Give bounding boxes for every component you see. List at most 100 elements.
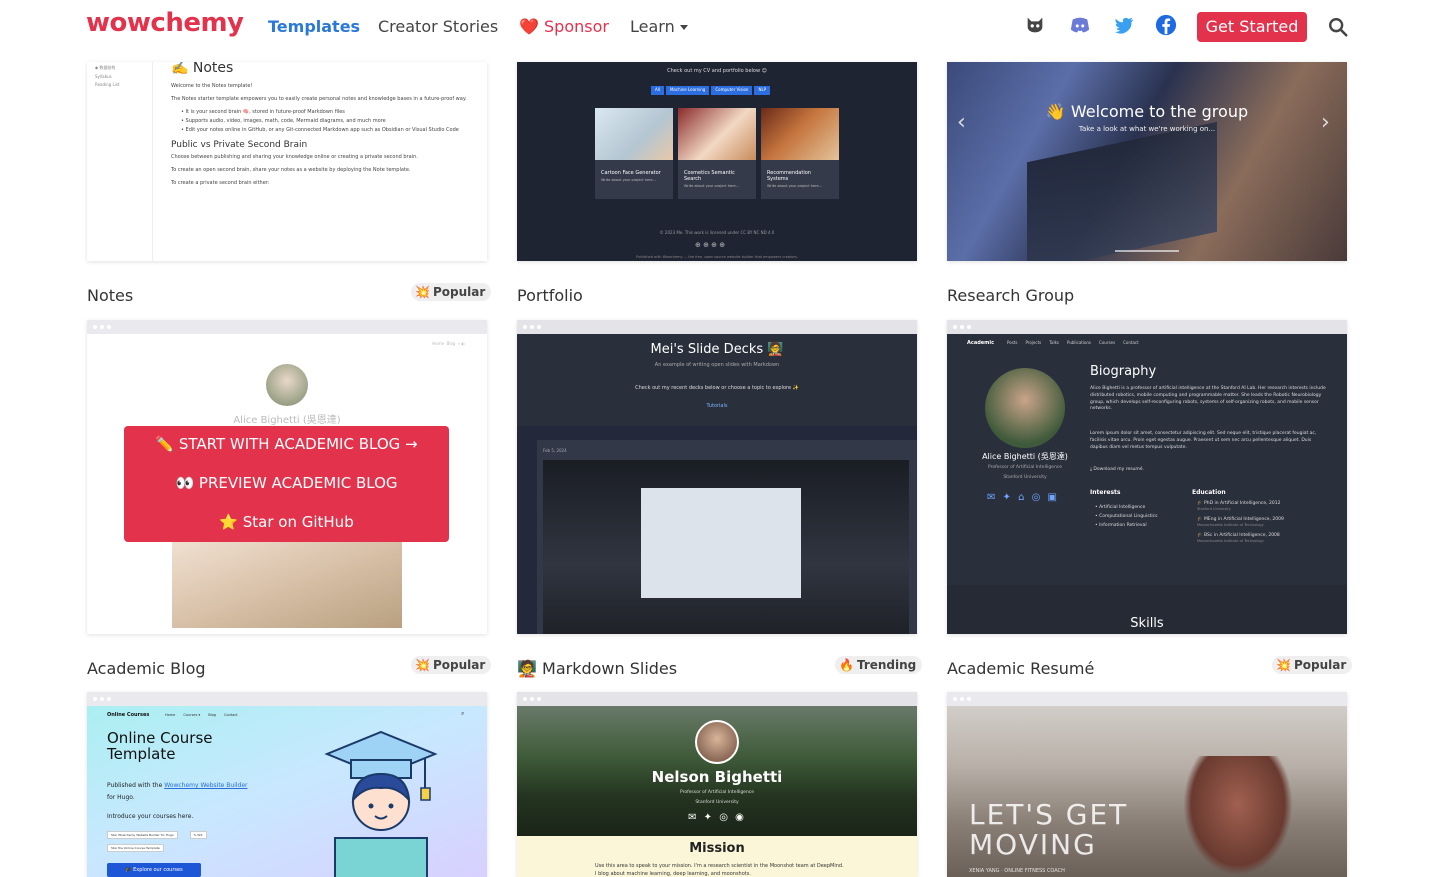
nav-learn-dropdown[interactable]: Learn bbox=[630, 17, 688, 36]
explore-courses-button[interactable]: 🎓 Explore our courses bbox=[107, 863, 201, 877]
facebook-icon[interactable] bbox=[1155, 14, 1177, 36]
bullet-text: It is your second brain 🧠, stored in fut… bbox=[185, 109, 345, 115]
get-started-button[interactable]: Get Started bbox=[1197, 12, 1307, 42]
nav-sponsor[interactable]: ❤️ Sponsor bbox=[519, 17, 609, 36]
fitness-preview-card[interactable]: LET'S GET MOVING XENIA YANG · ONLINE FIT… bbox=[947, 692, 1347, 877]
card-title-notes[interactable]: Notes bbox=[87, 286, 133, 305]
nav-creator-stories[interactable]: Creator Stories bbox=[378, 17, 498, 36]
search-icon[interactable]: ⌕ bbox=[461, 710, 464, 718]
twitter-icon[interactable] bbox=[1113, 14, 1135, 36]
notes-preview: ◆ 数据结构 Syllabus Reading List ✍️ Notes We… bbox=[87, 62, 487, 261]
markdown-slides-preview-card[interactable]: Mei's Slide Decks 🧑‍🏫 An example of writ… bbox=[517, 320, 917, 634]
resume-brand[interactable]: Academic bbox=[967, 340, 994, 346]
card-title-markdown-slides[interactable]: 🧑‍🏫 Markdown Slides bbox=[517, 659, 677, 678]
laptop-image bbox=[1027, 121, 1217, 261]
notes-private: To create a private second brain either: bbox=[171, 180, 270, 186]
search-icon[interactable] bbox=[1327, 16, 1349, 38]
tag-all[interactable]: All bbox=[651, 86, 664, 95]
resume-org: Stanford University bbox=[1003, 475, 1047, 480]
project-card[interactable]: Cartoon Face Generator Write about your … bbox=[595, 108, 673, 199]
slides-tutorials-link[interactable]: Tutorials bbox=[517, 403, 917, 409]
slide-deck-image bbox=[543, 460, 909, 634]
fire-icon: 🔥 bbox=[839, 658, 854, 672]
notes-public: To create an open second brain, share yo… bbox=[171, 167, 411, 173]
menu-item[interactable]: Home bbox=[432, 341, 444, 346]
star-count: 5,322 bbox=[190, 831, 207, 839]
slides-subheading: An example of writing open slides with M… bbox=[654, 362, 780, 368]
menu-item[interactable]: Blog bbox=[208, 713, 216, 717]
carousel-prev-icon[interactable]: ‹ bbox=[957, 110, 966, 135]
github-icon[interactable] bbox=[1024, 14, 1046, 36]
browser-bar bbox=[87, 320, 487, 334]
published-link[interactable]: Wowchemy Website Builder bbox=[164, 782, 247, 789]
slide-deck-card[interactable]: Feb 5, 2024 bbox=[537, 440, 917, 634]
tag-ml[interactable]: Machine Learning bbox=[665, 86, 710, 95]
card-title-portfolio[interactable]: Portfolio bbox=[517, 286, 583, 305]
slides-heading: Mei's Slide Decks 🧑‍🏫 bbox=[650, 342, 784, 357]
badge-label: Trending bbox=[856, 658, 917, 672]
degree: PhD in Artificial Intelligence, 2012 bbox=[1204, 501, 1281, 506]
brand-logo[interactable]: wowchemy bbox=[86, 8, 244, 38]
tag-nlp[interactable]: NLP bbox=[754, 86, 771, 95]
carousel-next-icon[interactable]: › bbox=[1321, 110, 1330, 135]
school: Massachusetts Institute of Technology bbox=[1197, 538, 1264, 543]
project-card[interactable]: Cosmetics Semantic Search Write about yo… bbox=[678, 108, 756, 199]
notes-sidebar: ◆ 数据结构 Syllabus Reading List bbox=[87, 62, 153, 261]
resume-role: Professor of Artificial Intelligence bbox=[987, 465, 1063, 470]
research-group-preview-card[interactable]: 👋 Welcome to the group Take a look at wh… bbox=[947, 62, 1347, 261]
academic-resume-preview-card[interactable]: Academic Posts Projects Talks Publicatio… bbox=[947, 320, 1347, 634]
popular-badge: 💥 Popular bbox=[411, 656, 492, 674]
project-desc: Write about your project here... bbox=[684, 184, 740, 188]
star-label: Star Wowchemy Website Builder for Hugo bbox=[111, 833, 174, 837]
download-resume-link[interactable]: ⤓ Download my resumé. bbox=[1090, 466, 1144, 472]
resume-menu: Posts Projects Talks Publications Course… bbox=[1007, 340, 1139, 345]
online-course-preview-card[interactable]: Online Courses Home Courses ▾ Blog Conta… bbox=[87, 692, 487, 877]
project-card[interactable]: Recommendation Systems Write about your … bbox=[761, 108, 839, 199]
carousel-indicators[interactable] bbox=[1115, 250, 1179, 252]
mission-text: Use this area to speak to your mission. … bbox=[595, 863, 844, 877]
discord-icon[interactable] bbox=[1068, 14, 1092, 36]
menu-item[interactable]: Blog bbox=[447, 341, 456, 346]
menu-item[interactable]: Publications bbox=[1067, 340, 1091, 345]
card-title-academic-blog[interactable]: Academic Blog bbox=[87, 659, 206, 678]
menu-item[interactable]: Projects bbox=[1025, 340, 1041, 345]
start-academic-blog-button[interactable]: ✏️ START WITH ACADEMIC BLOG → bbox=[124, 435, 449, 453]
portfolio-preview-card[interactable]: Check out my CV and portfolio below 😊 Al… bbox=[517, 62, 917, 261]
tag-cv[interactable]: Computer Vision bbox=[711, 86, 753, 95]
academic-blog-actions: ✏️ START WITH ACADEMIC BLOG → 👀 PREVIEW … bbox=[124, 426, 449, 542]
portfolio-published: Published with Wowchemy — the free, open… bbox=[636, 255, 798, 259]
menu-item[interactable]: Home bbox=[165, 713, 175, 717]
star-on-github-button[interactable]: ⭐ Star on GitHub bbox=[124, 513, 449, 531]
interest-item: • Information Retrieval bbox=[1095, 523, 1147, 528]
education-item: 🎓 BSc in Artificial Intelligence, 2008 Ma… bbox=[1197, 533, 1284, 544]
project-name: Cartoon Face Generator bbox=[601, 170, 661, 176]
menu-item[interactable]: Courses ▾ bbox=[183, 713, 200, 717]
menu-item[interactable]: Contact bbox=[1123, 340, 1139, 345]
preview-academic-blog-button[interactable]: 👀 PREVIEW ACADEMIC BLOG bbox=[124, 474, 449, 492]
star-builder-button[interactable]: Star Wowchemy Website Builder for Hugo bbox=[107, 831, 178, 839]
browser-bar bbox=[947, 320, 1347, 334]
bullet-text: Edit your notes online in GitHub, or any… bbox=[185, 127, 459, 133]
graduate-illustration bbox=[324, 730, 438, 877]
graduation-cap-icon: 🎓 bbox=[1197, 501, 1203, 506]
menu-item[interactable]: Contact bbox=[224, 713, 238, 717]
card-title-research-group[interactable]: Research Group bbox=[947, 286, 1074, 305]
notes-preview-card[interactable]: ◆ 数据结构 Syllabus Reading List ✍️ Notes We… bbox=[87, 62, 487, 261]
resume-name: Alice Bighetti (吳恩達) bbox=[982, 452, 1068, 461]
interest-text: Information Retrieval bbox=[1099, 523, 1147, 528]
star-icon: ⭐ bbox=[219, 513, 238, 531]
menu-item[interactable]: Courses bbox=[1099, 340, 1115, 345]
menu-item[interactable]: Talks bbox=[1049, 340, 1059, 345]
project-image bbox=[595, 108, 673, 160]
nav-templates[interactable]: Templates bbox=[268, 17, 360, 36]
author-name: Alice Bighetti (吳恩達) bbox=[233, 415, 341, 426]
star-template-button[interactable]: Star the Online Course Template bbox=[107, 844, 164, 852]
slides-cta: Check out my recent decks below or choos… bbox=[635, 385, 799, 391]
lorem-text: Lorem ipsum dolor sit amet, consectetur … bbox=[1090, 431, 1317, 450]
graduation-cap-icon: 🎓 bbox=[1197, 517, 1203, 522]
school: Massachusetts Institute of Technology bbox=[1197, 522, 1264, 527]
menu-item[interactable]: Posts bbox=[1007, 340, 1017, 345]
course-brand[interactable]: Online Courses bbox=[107, 712, 149, 718]
nelson-preview-card[interactable]: Nelson Bighetti Professor of Artificial … bbox=[517, 692, 917, 877]
card-title-academic-resume[interactable]: Academic Resumé bbox=[947, 659, 1094, 678]
